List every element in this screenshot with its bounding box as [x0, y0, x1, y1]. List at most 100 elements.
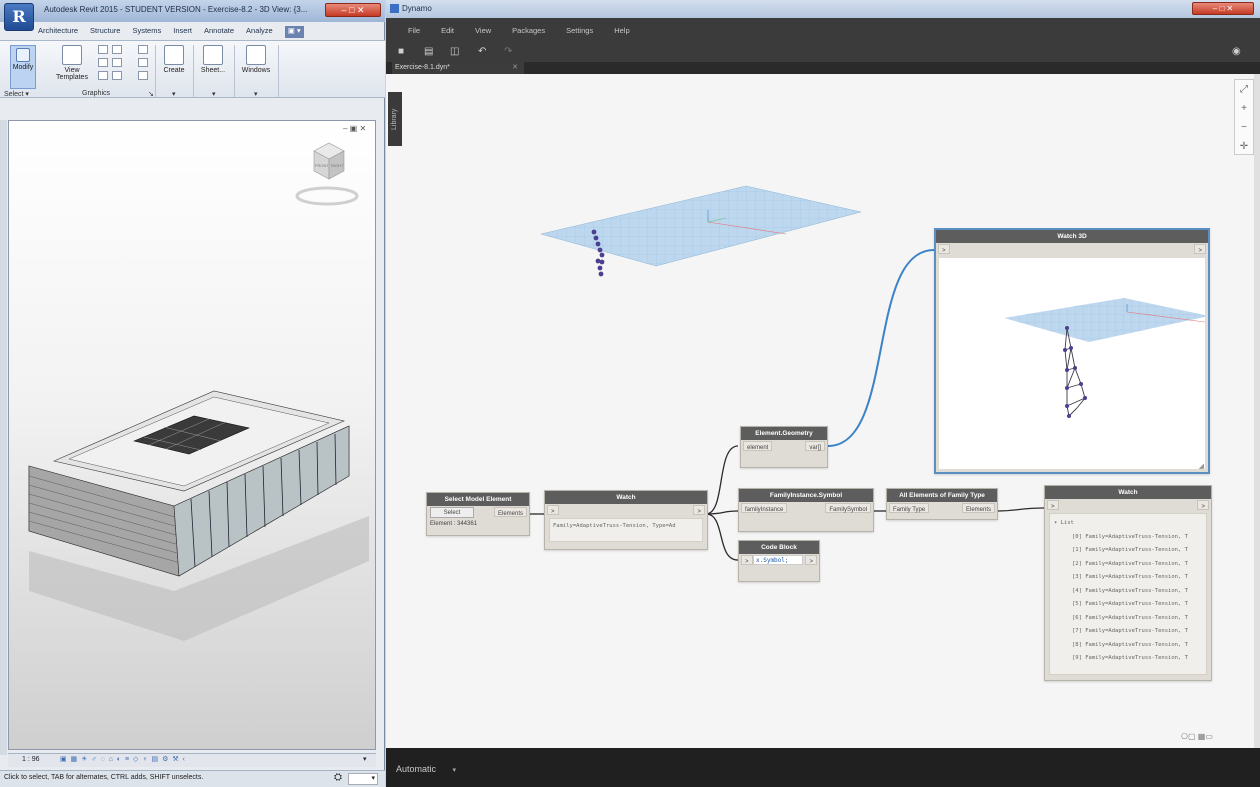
view-control-bar: 1 : 96 ▣ ▦ ☀ ♂ ◌ ⌂ ◐ ≡ ◇ ♀ ▤ ⚙ ⚒ ‹ ▾ — [8, 753, 376, 767]
tab-exercise-8-1[interactable]: Exercise-8.1.dyn* ✕ — [392, 62, 524, 74]
view-templates-button[interactable]: View Templates — [52, 45, 92, 81]
dynamo-canvas[interactable]: Library ⤢ + − ✛ Select Model Element Sel… — [386, 74, 1260, 748]
output-port[interactable]: > — [805, 555, 817, 565]
filters-icon[interactable] — [112, 45, 122, 54]
output-port-familysymbol[interactable]: FamilySymbol — [825, 503, 871, 513]
status-filter-dropdown[interactable]: ▾ — [348, 773, 378, 785]
node-code-block[interactable]: Code Block > x.Symbol; > — [738, 540, 820, 582]
revit-titlebar[interactable]: Autodesk Revit 2015 - STUDENT VERSION - … — [0, 0, 385, 22]
output-port-var[interactable]: var[] — [805, 441, 825, 451]
input-port-familyinstance[interactable]: familyInstance — [741, 503, 788, 513]
view-control-icons[interactable]: ▣ ▦ ☀ ♂ ◌ ⌂ ◐ ≡ ◇ ♀ ▤ ⚙ ⚒ ‹ — [60, 755, 186, 763]
render-icon[interactable] — [138, 45, 148, 54]
run-mode-dropdown[interactable]: Automatic ▾ — [396, 764, 456, 774]
view-toggle-icons[interactable]: ⎔▢ ▦▭ — [1181, 732, 1213, 741]
revit-left-scrollbar[interactable] — [0, 120, 7, 755]
cloud-render-icon[interactable] — [138, 71, 148, 80]
render-gallery-icon[interactable] — [138, 58, 148, 67]
select-panel-dropdown[interactable]: Select ▾ — [4, 90, 29, 98]
menu-file[interactable]: File — [408, 26, 420, 35]
menu-settings[interactable]: Settings — [566, 26, 593, 35]
tab-insert[interactable]: Insert — [173, 26, 192, 38]
node-watch[interactable]: Watch > > Family=AdaptiveTruss-Tension, … — [544, 490, 708, 550]
input-port-family-type[interactable]: Family Type — [889, 503, 930, 513]
save-file-icon[interactable]: ◫ — [450, 46, 460, 57]
list-header[interactable]: ▾ List — [1054, 517, 1202, 531]
output-port[interactable]: > — [693, 505, 705, 515]
dynamo-window-controls[interactable]: – □ ✕ — [1192, 2, 1254, 15]
viewport-window-controls[interactable]: – ▣ ✕ — [343, 124, 366, 133]
undo-icon[interactable]: ↶ — [478, 46, 488, 57]
node-watch-3d[interactable]: Watch 3D > > ◢ — [934, 228, 1210, 474]
zoom-out-icon[interactable]: − — [1235, 118, 1253, 137]
revit-window-controls[interactable]: – □ ✕ — [325, 3, 381, 17]
node-title: Element.Geometry — [741, 427, 827, 440]
input-port[interactable]: > — [938, 244, 950, 254]
create-panel-chevron-icon[interactable]: ▾ — [172, 90, 176, 98]
node-watch-list[interactable]: Watch > > ▾ List [0] Family=AdaptiveTrus… — [1044, 485, 1212, 681]
node-all-elements-of-family-type[interactable]: All Elements of Family Type Family Type … — [886, 488, 998, 520]
input-port-element[interactable]: element — [743, 441, 773, 451]
sheet-button[interactable]: Sheet... — [197, 45, 229, 74]
menu-edit[interactable]: Edit — [441, 26, 454, 35]
output-port[interactable]: > — [1194, 244, 1206, 254]
menu-view[interactable]: View — [475, 26, 491, 35]
revit-app-menu-button[interactable]: R — [4, 3, 34, 31]
menu-packages[interactable]: Packages — [512, 26, 545, 35]
node-row: element var[] — [741, 440, 827, 452]
view-scroll-chevron-icon[interactable]: ▾ — [363, 755, 367, 763]
output-port-elements[interactable]: Elements — [961, 503, 995, 513]
node-title: Watch — [545, 491, 707, 504]
cut-profile-icon[interactable] — [112, 71, 122, 80]
view-templates-label-2: Templates — [56, 74, 88, 81]
revit-3d-viewport[interactable]: FRONT RIGHT — [8, 120, 376, 750]
view-cube[interactable]: FRONT RIGHT — [295, 142, 359, 206]
show-hidden-lines-icon[interactable] — [112, 58, 122, 67]
zoom-to-fit-icon[interactable]: ⤢ — [1235, 80, 1253, 99]
redo-icon[interactable]: ↷ — [504, 46, 514, 57]
desktop: Autodesk Revit 2015 - STUDENT VERSION - … — [0, 0, 1260, 787]
tab-architecture[interactable]: Architecture — [38, 26, 78, 38]
dynamo-right-scrollbar[interactable] — [1254, 74, 1260, 748]
windows-button[interactable]: Windows — [238, 45, 274, 74]
input-port[interactable]: > — [547, 505, 559, 515]
windows-icon — [246, 45, 266, 65]
visibility-graphics-icon[interactable] — [98, 45, 108, 54]
zoom-in-icon[interactable]: + — [1235, 99, 1253, 118]
tab-structure[interactable]: Structure — [90, 26, 120, 38]
sheet-icon — [203, 45, 223, 65]
input-port-x[interactable]: > — [741, 555, 753, 565]
input-port[interactable]: > — [1047, 500, 1059, 510]
windows-panel-chevron-icon[interactable]: ▾ — [254, 90, 258, 98]
tab-analyze[interactable]: Analyze — [246, 26, 273, 38]
output-port-elements[interactable]: Elements — [493, 507, 527, 517]
open-file-icon[interactable]: ▤ — [424, 46, 434, 57]
tab-annotate[interactable]: Annotate — [204, 26, 234, 38]
close-icon[interactable]: ✕ — [512, 62, 518, 74]
new-file-icon[interactable]: ■ — [398, 46, 408, 57]
thin-lines-icon[interactable] — [98, 58, 108, 67]
graphics-panel-launcher-icon[interactable]: ↘ — [148, 90, 154, 98]
view-scale[interactable]: 1 : 96 — [22, 756, 40, 763]
ribbon-separator — [155, 45, 156, 97]
tab-systems[interactable]: Systems — [132, 26, 161, 38]
node-familyinstance-symbol[interactable]: FamilyInstance.Symbol familyInstance Fam… — [738, 488, 874, 532]
worksets-icon[interactable]: ⛭ — [334, 772, 342, 783]
watch-3d-viewport[interactable] — [939, 258, 1209, 469]
camera-icon[interactable]: ◉ — [1232, 46, 1242, 57]
ribbon-minimize-toggle[interactable]: ▣ ▾ — [284, 26, 304, 38]
pan-icon[interactable]: ✛ — [1235, 137, 1253, 156]
menu-help[interactable]: Help — [614, 26, 629, 35]
create-button[interactable]: Create — [160, 45, 188, 74]
library-panel-toggle[interactable]: Library — [388, 92, 402, 146]
select-button[interactable]: Select — [430, 507, 474, 518]
remove-hidden-lines-icon[interactable] — [98, 71, 108, 80]
modify-button[interactable]: Modify — [10, 45, 36, 89]
sheet-panel-chevron-icon[interactable]: ▾ — [212, 90, 216, 98]
node-element-geometry[interactable]: Element.Geometry element var[] — [740, 426, 828, 468]
dynamo-titlebar[interactable]: Dynamo – □ ✕ — [386, 0, 1260, 18]
output-port[interactable]: > — [1197, 500, 1209, 510]
code-block-editor[interactable]: x.Symbol; — [753, 555, 803, 565]
node-select-model-element[interactable]: Select Model Element Select Elements Ele… — [426, 492, 530, 536]
resize-handle-icon[interactable]: ◢ — [1199, 462, 1204, 470]
